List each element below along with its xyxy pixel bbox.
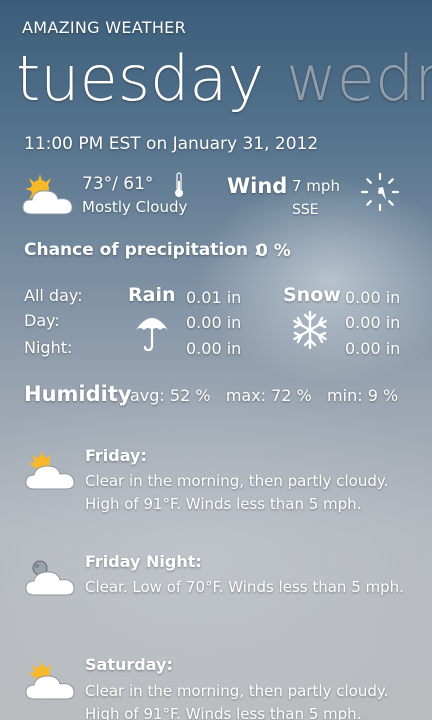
- wind-label: Wind: [227, 174, 288, 198]
- pivot-next-day[interactable]: wedne: [286, 42, 432, 115]
- snow-night: 0.00 in: [345, 339, 401, 358]
- snow-day: 0.00 in: [345, 313, 401, 332]
- forecast-title: Friday:: [85, 446, 147, 465]
- precipitation-value: 0 %: [256, 241, 291, 261]
- forecast-title: Friday Night:: [85, 552, 202, 571]
- humidity-label: Humidity: [24, 382, 132, 406]
- pivot-header: tuesdaywedne: [16, 48, 432, 110]
- forecast-title: Saturday:: [85, 655, 173, 674]
- rain-night: 0.00 in: [186, 339, 242, 358]
- partly-cloudy-icon: [22, 174, 73, 215]
- umbrella-icon: [136, 318, 168, 352]
- snow-all-day: 0.00 in: [345, 288, 401, 307]
- partly-cloudy-icon: [25, 451, 75, 490]
- forecast-text: Clear in the morning, then partly cloudy…: [85, 472, 389, 490]
- forecast-text: Clear. Low of 70°F. Winds less than 5 mp…: [85, 578, 404, 596]
- row-label-day: Day:: [24, 311, 60, 330]
- partly-cloudy-night-icon: [25, 560, 75, 596]
- forecast-text: High of 91°F. Winds less than 5 mph.: [85, 705, 362, 720]
- row-label-all-day: All day:: [24, 286, 83, 305]
- thermometer-icon: [175, 172, 183, 197]
- humidity-values: avg: 52 % max: 72 % min: 9 %: [130, 386, 399, 405]
- app-title: AMAZING WEATHER: [22, 18, 186, 37]
- rain-all-day: 0.01 in: [186, 288, 242, 307]
- row-label-night: Night:: [24, 338, 73, 357]
- precipitation-label: Chance of precipitation :: [24, 240, 261, 260]
- wind-speed: 7 mph: [292, 177, 340, 195]
- current-condition: Mostly Cloudy: [82, 198, 188, 216]
- rain-day: 0.00 in: [186, 313, 242, 332]
- rain-label: Rain: [128, 284, 176, 306]
- forecast-text: High of 91°F. Winds less than 5 mph.: [85, 495, 362, 513]
- forecast-text: Clear in the morning, then partly cloudy…: [85, 682, 389, 700]
- observation-datetime: 11:00 PM EST on January 31, 2012: [24, 134, 319, 154]
- partly-cloudy-icon: [25, 661, 75, 700]
- snow-label: Snow: [283, 284, 341, 306]
- snowflake-icon: [293, 310, 327, 350]
- wind-direction: SSE: [292, 202, 319, 218]
- pivot-current-day[interactable]: tuesday: [16, 42, 264, 115]
- current-temperature: 73°/ 61°: [82, 174, 154, 194]
- wind-compass-icon: [360, 172, 400, 212]
